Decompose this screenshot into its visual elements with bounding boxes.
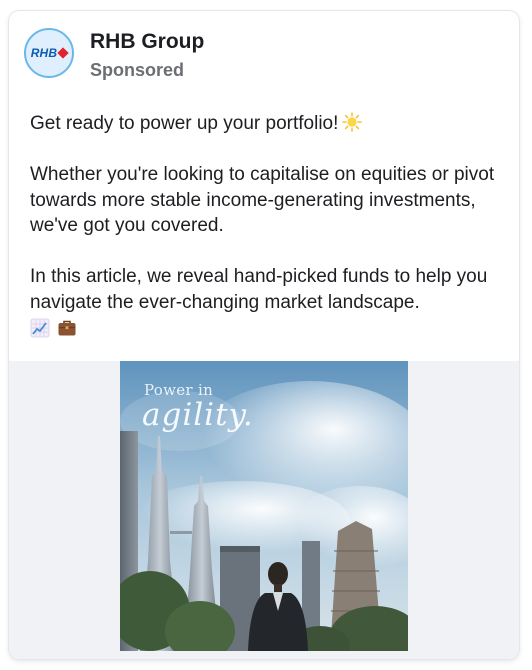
avatar[interactable]: RHB (24, 28, 74, 78)
logo-text: RHB (30, 46, 58, 60)
emoji-row (30, 318, 500, 338)
logo-diamond-icon (57, 47, 69, 59)
sun-icon (342, 112, 363, 132)
post-paragraph: In this article, we reveal hand-picked f… (30, 266, 488, 313)
ad-image[interactable]: Power in agility. (120, 361, 408, 651)
post-paragraph: Get ready to power up your portfolio! (30, 111, 500, 137)
chart-increasing-icon (30, 318, 50, 338)
page-name[interactable]: RHB Group (90, 30, 204, 54)
post-header: RHB RHB Group Sponsored (9, 11, 519, 101)
ad-media-area: Power in agility. (9, 361, 519, 659)
ad-headline-line-2: agility. (142, 397, 254, 433)
briefcase-icon (58, 320, 76, 336)
rhb-logo: RHB (30, 46, 69, 60)
sponsored-post-card: RHB RHB Group Sponsored Get ready to pow… (9, 11, 519, 659)
sponsored-label[interactable]: Sponsored (90, 60, 184, 81)
post-text: Get ready to power up your portfolio! Wh… (30, 111, 500, 338)
post-paragraph: Whether you're looking to capitalise on … (30, 164, 495, 236)
paragraph-text: Get ready to power up your portfolio! (30, 113, 339, 134)
